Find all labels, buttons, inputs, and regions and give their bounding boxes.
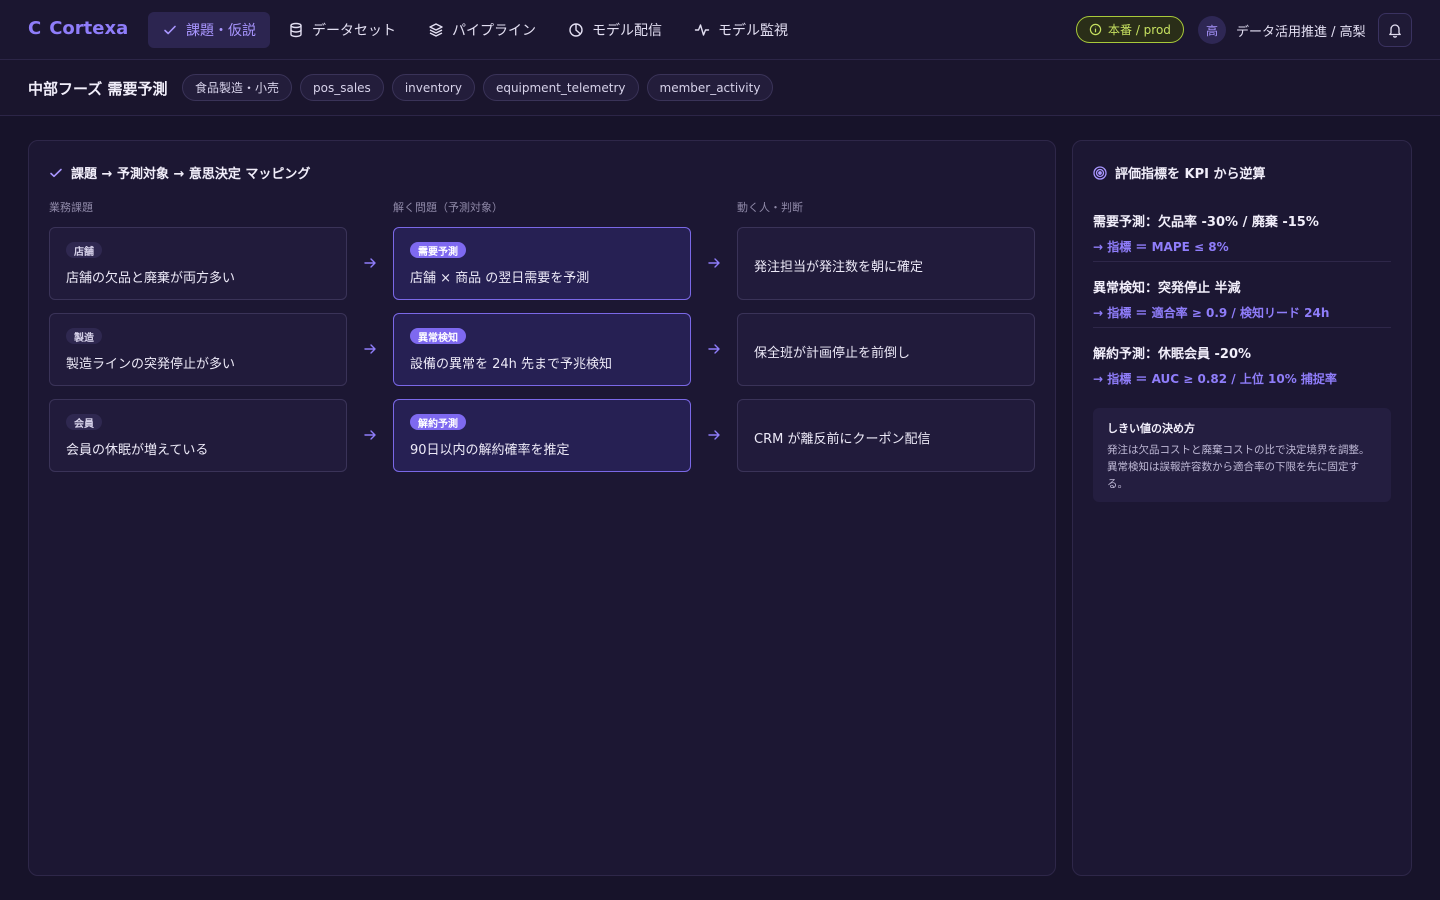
issue-text: 会員の休眠が増えている — [66, 443, 209, 458]
kpi-title-text: 評価指標を KPI から逆算 — [1115, 167, 1266, 182]
notifications-button[interactable] — [1378, 13, 1412, 47]
kpi-item-metric: → 指標 ＝ MAPE ≤ 8% — [1093, 240, 1229, 254]
tab-issues[interactable]: 課題・仮説 — [148, 12, 270, 48]
tab-label: モデル監視 — [718, 23, 788, 39]
issue-card[interactable]: 店舗 店舗の欠品と廃棄が両方多い — [49, 227, 347, 300]
tab-label: データセット — [312, 23, 396, 39]
layers-icon — [429, 23, 443, 37]
arrow-right-icon — [708, 344, 720, 354]
kpi-item-metric: → 指標 ＝ AUC ≥ 0.82 / 上位 10% 捕捉率 — [1093, 372, 1337, 386]
tab-label: 課題・仮説 — [186, 23, 256, 39]
check-icon — [50, 168, 62, 177]
divider — [1093, 261, 1391, 262]
action-card[interactable]: CRM が離反前にクーポン配信 — [737, 399, 1035, 472]
tag-chip[interactable]: member_activity — [646, 74, 774, 101]
column-label-problem: 解く問題（予測対象） — [393, 201, 503, 214]
bell-icon — [1389, 24, 1401, 38]
tag-chip[interactable]: 食品製造・小売 — [182, 74, 293, 101]
project-header: 中部フーズ 需要予測 食品製造・小売 pos_sales inventory e… — [0, 60, 1440, 116]
pie-icon — [569, 23, 583, 37]
note-body: 発注は欠品コストと廃棄コストの比で決定境界を調整。異常検知は誤報許容数から適合率… — [1107, 444, 1370, 490]
arrow-right-icon — [708, 430, 720, 440]
activity-icon — [694, 24, 710, 36]
problem-tag: 解約予測 — [410, 414, 466, 430]
tag-chip[interactable]: inventory — [391, 74, 475, 101]
column-label-issue: 業務課題 — [49, 201, 93, 214]
target-icon — [1093, 165, 1107, 180]
action-text: CRM が離反前にクーポン配信 — [754, 432, 931, 447]
kpi-item-metric: → 指標 ＝ 適合率 ≥ 0.9 / 検知リード 24h — [1093, 306, 1330, 320]
issue-tag: 会員 — [66, 414, 102, 430]
issue-text: 製造ラインの突発停止が多い — [66, 357, 236, 372]
issue-tag: 店舗 — [66, 242, 102, 258]
issue-tag: 製造 — [66, 328, 102, 344]
brand-name: Cortexa — [49, 18, 129, 39]
kpi-item-title: 異常検知：突発停止 半減 — [1093, 281, 1241, 296]
threshold-note: しきい値の決め方 発注は欠品コストと廃棄コストの比で決定境界を調整。異常検知は誤… — [1093, 408, 1391, 502]
page-title: 中部フーズ 需要予測 — [28, 80, 168, 98]
tag-chip[interactable]: equipment_telemetry — [482, 74, 639, 101]
kpi-item-title: 需要予測：欠品率 -30% / 廃棄 -15% — [1093, 215, 1319, 230]
arrow-right-icon — [364, 344, 376, 354]
info-icon — [1089, 23, 1102, 36]
tag-chip[interactable]: pos_sales — [300, 74, 384, 101]
kpi-item-title: 解約予測：休眠会員 -20% — [1093, 347, 1252, 362]
user-label: データ活用推進 / 高梨 — [1236, 24, 1366, 40]
issue-text: 店舗の欠品と廃棄が両方多い — [66, 271, 236, 286]
kpi-item: 異常検知：突発停止 半減 → 指標 ＝ 適合率 ≥ 0.9 / 検知リード 24… — [1093, 277, 1391, 321]
mapping-title-text: 課題 → 予測対象 → 意思決定 マッピング — [71, 167, 311, 182]
problem-tag: 需要予測 — [410, 242, 466, 258]
problem-tag: 異常検知 — [410, 328, 466, 344]
arrow-right-icon — [364, 258, 376, 268]
database-icon — [290, 22, 302, 38]
problem-card[interactable]: 異常検知 設備の異常を 24h 先まで予兆検知 — [393, 313, 691, 386]
top-nav: C Cortexa 課題・仮説 データセット パイプライン モデル配信 モデル監… — [0, 0, 1440, 60]
avatar: 高 — [1198, 16, 1226, 44]
column-label-action: 動く人・判断 — [737, 201, 803, 214]
brand-mark: C — [28, 18, 42, 39]
env-badge-label: 本番 / prod — [1108, 23, 1171, 37]
note-title: しきい値の決め方 — [1107, 422, 1195, 435]
env-badge[interactable]: 本番 / prod — [1076, 16, 1184, 43]
tab-label: モデル配信 — [592, 23, 662, 39]
kpi-title: 評価指標を KPI から逆算 — [1093, 163, 1266, 182]
problem-text: 店舗 × 商品 の翌日需要を予測 — [410, 271, 590, 286]
arrow-right-icon — [364, 430, 376, 440]
action-text: 保全班が計画停止を前倒し — [754, 346, 911, 361]
kpi-item: 解約予測：休眠会員 -20% → 指標 ＝ AUC ≥ 0.82 / 上位 10… — [1093, 343, 1391, 387]
issue-card[interactable]: 製造 製造ラインの突発停止が多い — [49, 313, 347, 386]
problem-text: 設備の異常を 24h 先まで予兆検知 — [410, 357, 613, 372]
user-menu[interactable]: 高 データ活用推進 / 高梨 — [1198, 16, 1366, 44]
kpi-item: 需要予測：欠品率 -30% / 廃棄 -15% → 指標 ＝ MAPE ≤ 8% — [1093, 211, 1391, 255]
mapping-title: 課題 → 予測対象 → 意思決定 マッピング — [49, 163, 310, 182]
tab-model-serving[interactable]: モデル配信 — [554, 12, 676, 48]
nav-tabs: 課題・仮説 データセット パイプライン モデル配信 モデル監視 — [148, 12, 802, 48]
divider — [1093, 327, 1391, 328]
tab-label: パイプライン — [452, 23, 536, 39]
action-text: 発注担当が発注数を朝に確定 — [754, 260, 924, 275]
kpi-panel: 評価指標を KPI から逆算 需要予測：欠品率 -30% / 廃棄 -15% →… — [1072, 140, 1412, 876]
brand-logo[interactable]: C Cortexa — [28, 18, 128, 39]
action-card[interactable]: 保全班が計画停止を前倒し — [737, 313, 1035, 386]
problem-card[interactable]: 解約予測 90日以内の解約確率を推定 — [393, 399, 691, 472]
problem-text: 90日以内の解約確率を推定 — [410, 443, 570, 458]
arrow-right-icon — [708, 258, 720, 268]
project-tags: 食品製造・小売 pos_sales inventory equipment_te… — [182, 74, 774, 101]
problem-card[interactable]: 需要予測 店舗 × 商品 の翌日需要を予測 — [393, 227, 691, 300]
check-icon — [164, 25, 176, 35]
tab-model-monitoring[interactable]: モデル監視 — [680, 12, 802, 48]
tab-datasets[interactable]: データセット — [274, 12, 410, 48]
mapping-panel: 課題 → 予測対象 → 意思決定 マッピング 業務課題 解く問題（予測対象） 動… — [28, 140, 1056, 876]
issue-card[interactable]: 会員 会員の休眠が増えている — [49, 399, 347, 472]
action-card[interactable]: 発注担当が発注数を朝に確定 — [737, 227, 1035, 300]
tab-pipeline[interactable]: パイプライン — [414, 12, 550, 48]
